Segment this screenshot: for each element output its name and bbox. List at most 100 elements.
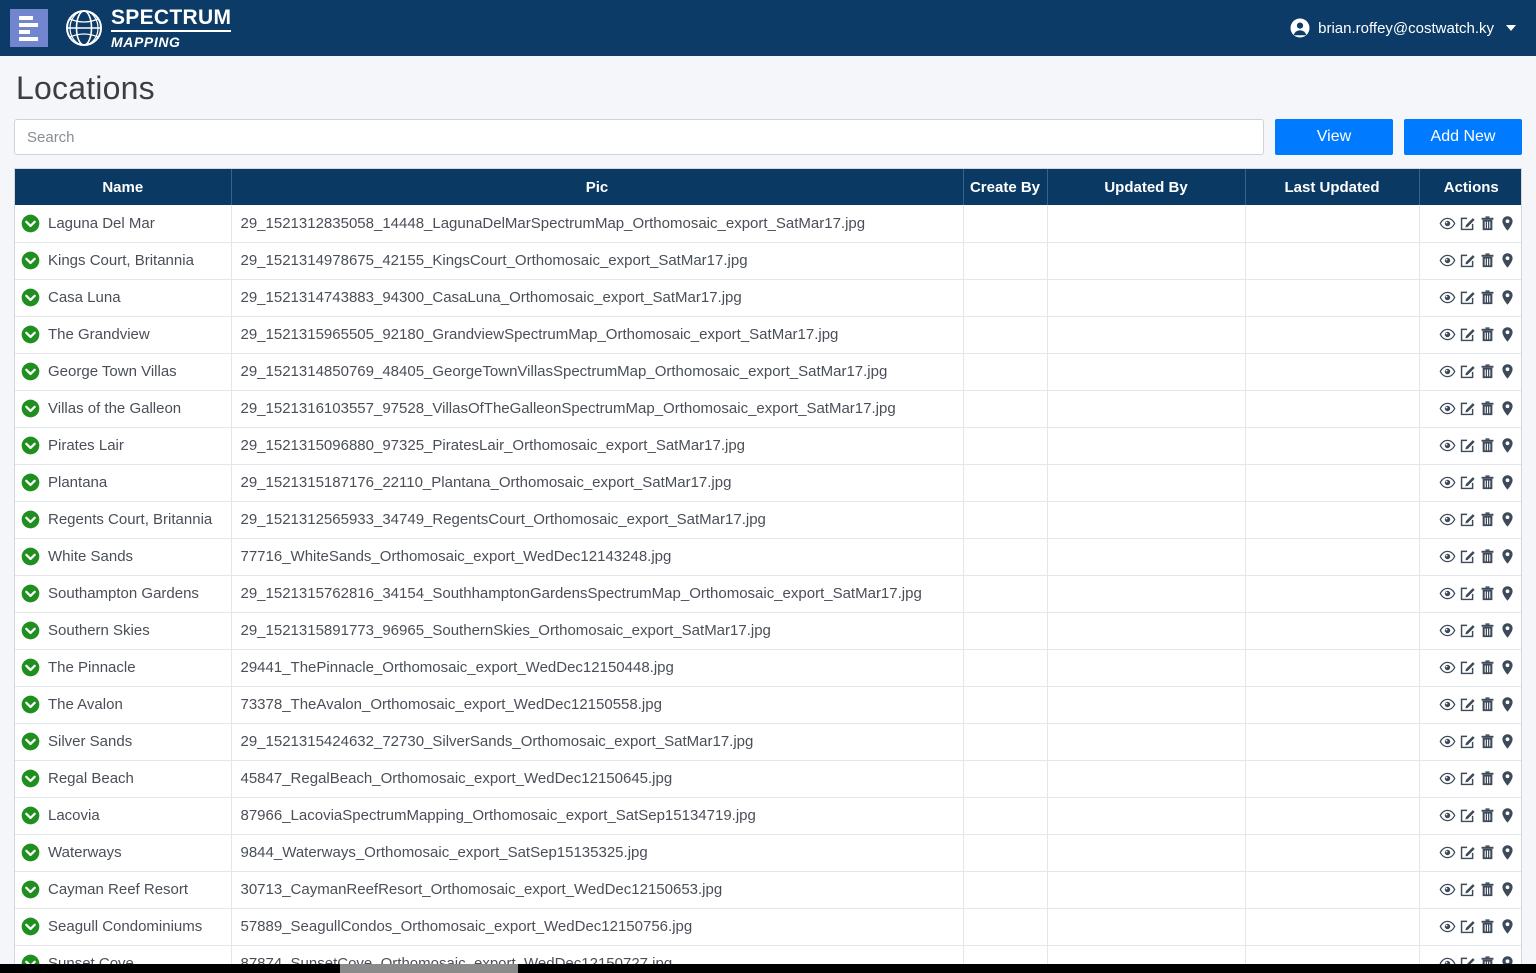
- eye-icon[interactable]: [1439, 659, 1456, 676]
- column-header-pic[interactable]: Pic: [231, 169, 964, 205]
- eye-icon[interactable]: [1439, 881, 1456, 898]
- trash-icon[interactable]: [1479, 252, 1496, 269]
- map-pin-icon[interactable]: [1499, 844, 1516, 861]
- chevron-down-icon[interactable]: [1506, 25, 1516, 31]
- eye-icon[interactable]: [1439, 696, 1456, 713]
- table-row[interactable]: White Sands 77716_WhiteSands_Orthomosaic_…: [15, 538, 1521, 576]
- table-row[interactable]: Southampton Gardens 29_1521315762816_3415…: [15, 575, 1521, 613]
- eye-icon[interactable]: [1439, 326, 1456, 343]
- trash-icon[interactable]: [1479, 511, 1496, 528]
- eye-icon[interactable]: [1439, 437, 1456, 454]
- eye-icon[interactable]: [1439, 548, 1456, 565]
- trash-icon[interactable]: [1479, 474, 1496, 491]
- column-header-name[interactable]: Name: [15, 169, 232, 205]
- edit-icon[interactable]: [1459, 807, 1476, 824]
- table-row[interactable]: The Avalon 73378_TheAvalon_Orthomosaic_ex…: [15, 686, 1521, 724]
- trash-icon[interactable]: [1479, 807, 1496, 824]
- table-row[interactable]: Regents Court, Britannia 29_1521312565933…: [15, 501, 1521, 539]
- table-row[interactable]: The Pinnacle 29441_ThePinnacle_Orthomosai…: [15, 649, 1521, 687]
- map-pin-icon[interactable]: [1499, 918, 1516, 935]
- table-row[interactable]: Seagull Condominiums 57889_SeagullCondos_…: [15, 908, 1521, 946]
- edit-icon[interactable]: [1459, 326, 1476, 343]
- table-row[interactable]: Silver Sands 29_1521315424632_72730_Silve…: [15, 723, 1521, 761]
- edit-icon[interactable]: [1459, 733, 1476, 750]
- brand-logo[interactable]: SPECTRUM MAPPING: [64, 7, 232, 49]
- eye-icon[interactable]: [1439, 807, 1456, 824]
- map-pin-icon[interactable]: [1499, 585, 1516, 602]
- edit-icon[interactable]: [1459, 474, 1476, 491]
- table-row[interactable]: Lacovia 87966_LacoviaSpectrumMapping_Orth…: [15, 797, 1521, 835]
- table-row[interactable]: Regal Beach 45847_RegalBeach_Orthomosaic_…: [15, 760, 1521, 798]
- table-row[interactable]: Pirates Lair 29_1521315096880_97325_Pirat…: [15, 427, 1521, 465]
- map-pin-icon[interactable]: [1499, 326, 1516, 343]
- map-pin-icon[interactable]: [1499, 770, 1516, 787]
- view-button[interactable]: View: [1275, 119, 1393, 155]
- edit-icon[interactable]: [1459, 252, 1476, 269]
- edit-icon[interactable]: [1459, 659, 1476, 676]
- map-pin-icon[interactable]: [1499, 400, 1516, 417]
- trash-icon[interactable]: [1479, 844, 1496, 861]
- trash-icon[interactable]: [1479, 585, 1496, 602]
- map-pin-icon[interactable]: [1499, 289, 1516, 306]
- add-new-button[interactable]: Add New: [1404, 119, 1522, 155]
- trash-icon[interactable]: [1479, 437, 1496, 454]
- eye-icon[interactable]: [1439, 844, 1456, 861]
- eye-icon[interactable]: [1439, 622, 1456, 639]
- column-header-last-updated[interactable]: Last Updated: [1245, 169, 1420, 205]
- edit-icon[interactable]: [1459, 770, 1476, 787]
- edit-icon[interactable]: [1459, 400, 1476, 417]
- table-row[interactable]: Plantana 29_1521315187176_22110_Plantana_…: [15, 464, 1521, 502]
- eye-icon[interactable]: [1439, 363, 1456, 380]
- table-row[interactable]: Kings Court, Britannia 29_1521314978675_4…: [15, 242, 1521, 280]
- trash-icon[interactable]: [1479, 622, 1496, 639]
- trash-icon[interactable]: [1479, 363, 1496, 380]
- column-header-updated-by[interactable]: Updated By: [1047, 169, 1246, 205]
- table-row[interactable]: George Town Villas 29_1521314850769_48405…: [15, 353, 1521, 391]
- table-row[interactable]: Laguna Del Mar 29_1521312835058_14448_Lag…: [15, 205, 1521, 243]
- edit-icon[interactable]: [1459, 918, 1476, 935]
- edit-icon[interactable]: [1459, 548, 1476, 565]
- eye-icon[interactable]: [1439, 918, 1456, 935]
- hamburger-menu-icon[interactable]: [10, 9, 48, 47]
- map-pin-icon[interactable]: [1499, 215, 1516, 232]
- user-account-menu[interactable]: brian.roffey@costwatch.ky: [1290, 18, 1522, 38]
- map-pin-icon[interactable]: [1499, 733, 1516, 750]
- table-row[interactable]: The Grandview 29_1521315965505_92180_Gran…: [15, 316, 1521, 354]
- map-pin-icon[interactable]: [1499, 252, 1516, 269]
- trash-icon[interactable]: [1479, 289, 1496, 306]
- trash-icon[interactable]: [1479, 696, 1496, 713]
- map-pin-icon[interactable]: [1499, 548, 1516, 565]
- edit-icon[interactable]: [1459, 881, 1476, 898]
- map-pin-icon[interactable]: [1499, 622, 1516, 639]
- edit-icon[interactable]: [1459, 215, 1476, 232]
- edit-icon[interactable]: [1459, 511, 1476, 528]
- table-row[interactable]: Casa Luna 29_1521314743883_94300_CasaLuna…: [15, 279, 1521, 317]
- map-pin-icon[interactable]: [1499, 474, 1516, 491]
- eye-icon[interactable]: [1439, 770, 1456, 787]
- map-pin-icon[interactable]: [1499, 659, 1516, 676]
- eye-icon[interactable]: [1439, 474, 1456, 491]
- map-pin-icon[interactable]: [1499, 511, 1516, 528]
- eye-icon[interactable]: [1439, 400, 1456, 417]
- trash-icon[interactable]: [1479, 881, 1496, 898]
- eye-icon[interactable]: [1439, 585, 1456, 602]
- edit-icon[interactable]: [1459, 844, 1476, 861]
- trash-icon[interactable]: [1479, 400, 1496, 417]
- map-pin-icon[interactable]: [1499, 881, 1516, 898]
- map-pin-icon[interactable]: [1499, 363, 1516, 380]
- edit-icon[interactable]: [1459, 585, 1476, 602]
- trash-icon[interactable]: [1479, 548, 1496, 565]
- map-pin-icon[interactable]: [1499, 696, 1516, 713]
- edit-icon[interactable]: [1459, 622, 1476, 639]
- edit-icon[interactable]: [1459, 696, 1476, 713]
- scrollbar-thumb[interactable]: [340, 964, 518, 973]
- edit-icon[interactable]: [1459, 289, 1476, 306]
- horizontal-scrollbar[interactable]: [0, 964, 1536, 973]
- eye-icon[interactable]: [1439, 733, 1456, 750]
- table-row[interactable]: Southern Skies 29_1521315891773_96965_Sou…: [15, 612, 1521, 650]
- edit-icon[interactable]: [1459, 437, 1476, 454]
- edit-icon[interactable]: [1459, 363, 1476, 380]
- eye-icon[interactable]: [1439, 511, 1456, 528]
- table-row[interactable]: Cayman Reef Resort 30713_CaymanReefResort…: [15, 871, 1521, 909]
- eye-icon[interactable]: [1439, 289, 1456, 306]
